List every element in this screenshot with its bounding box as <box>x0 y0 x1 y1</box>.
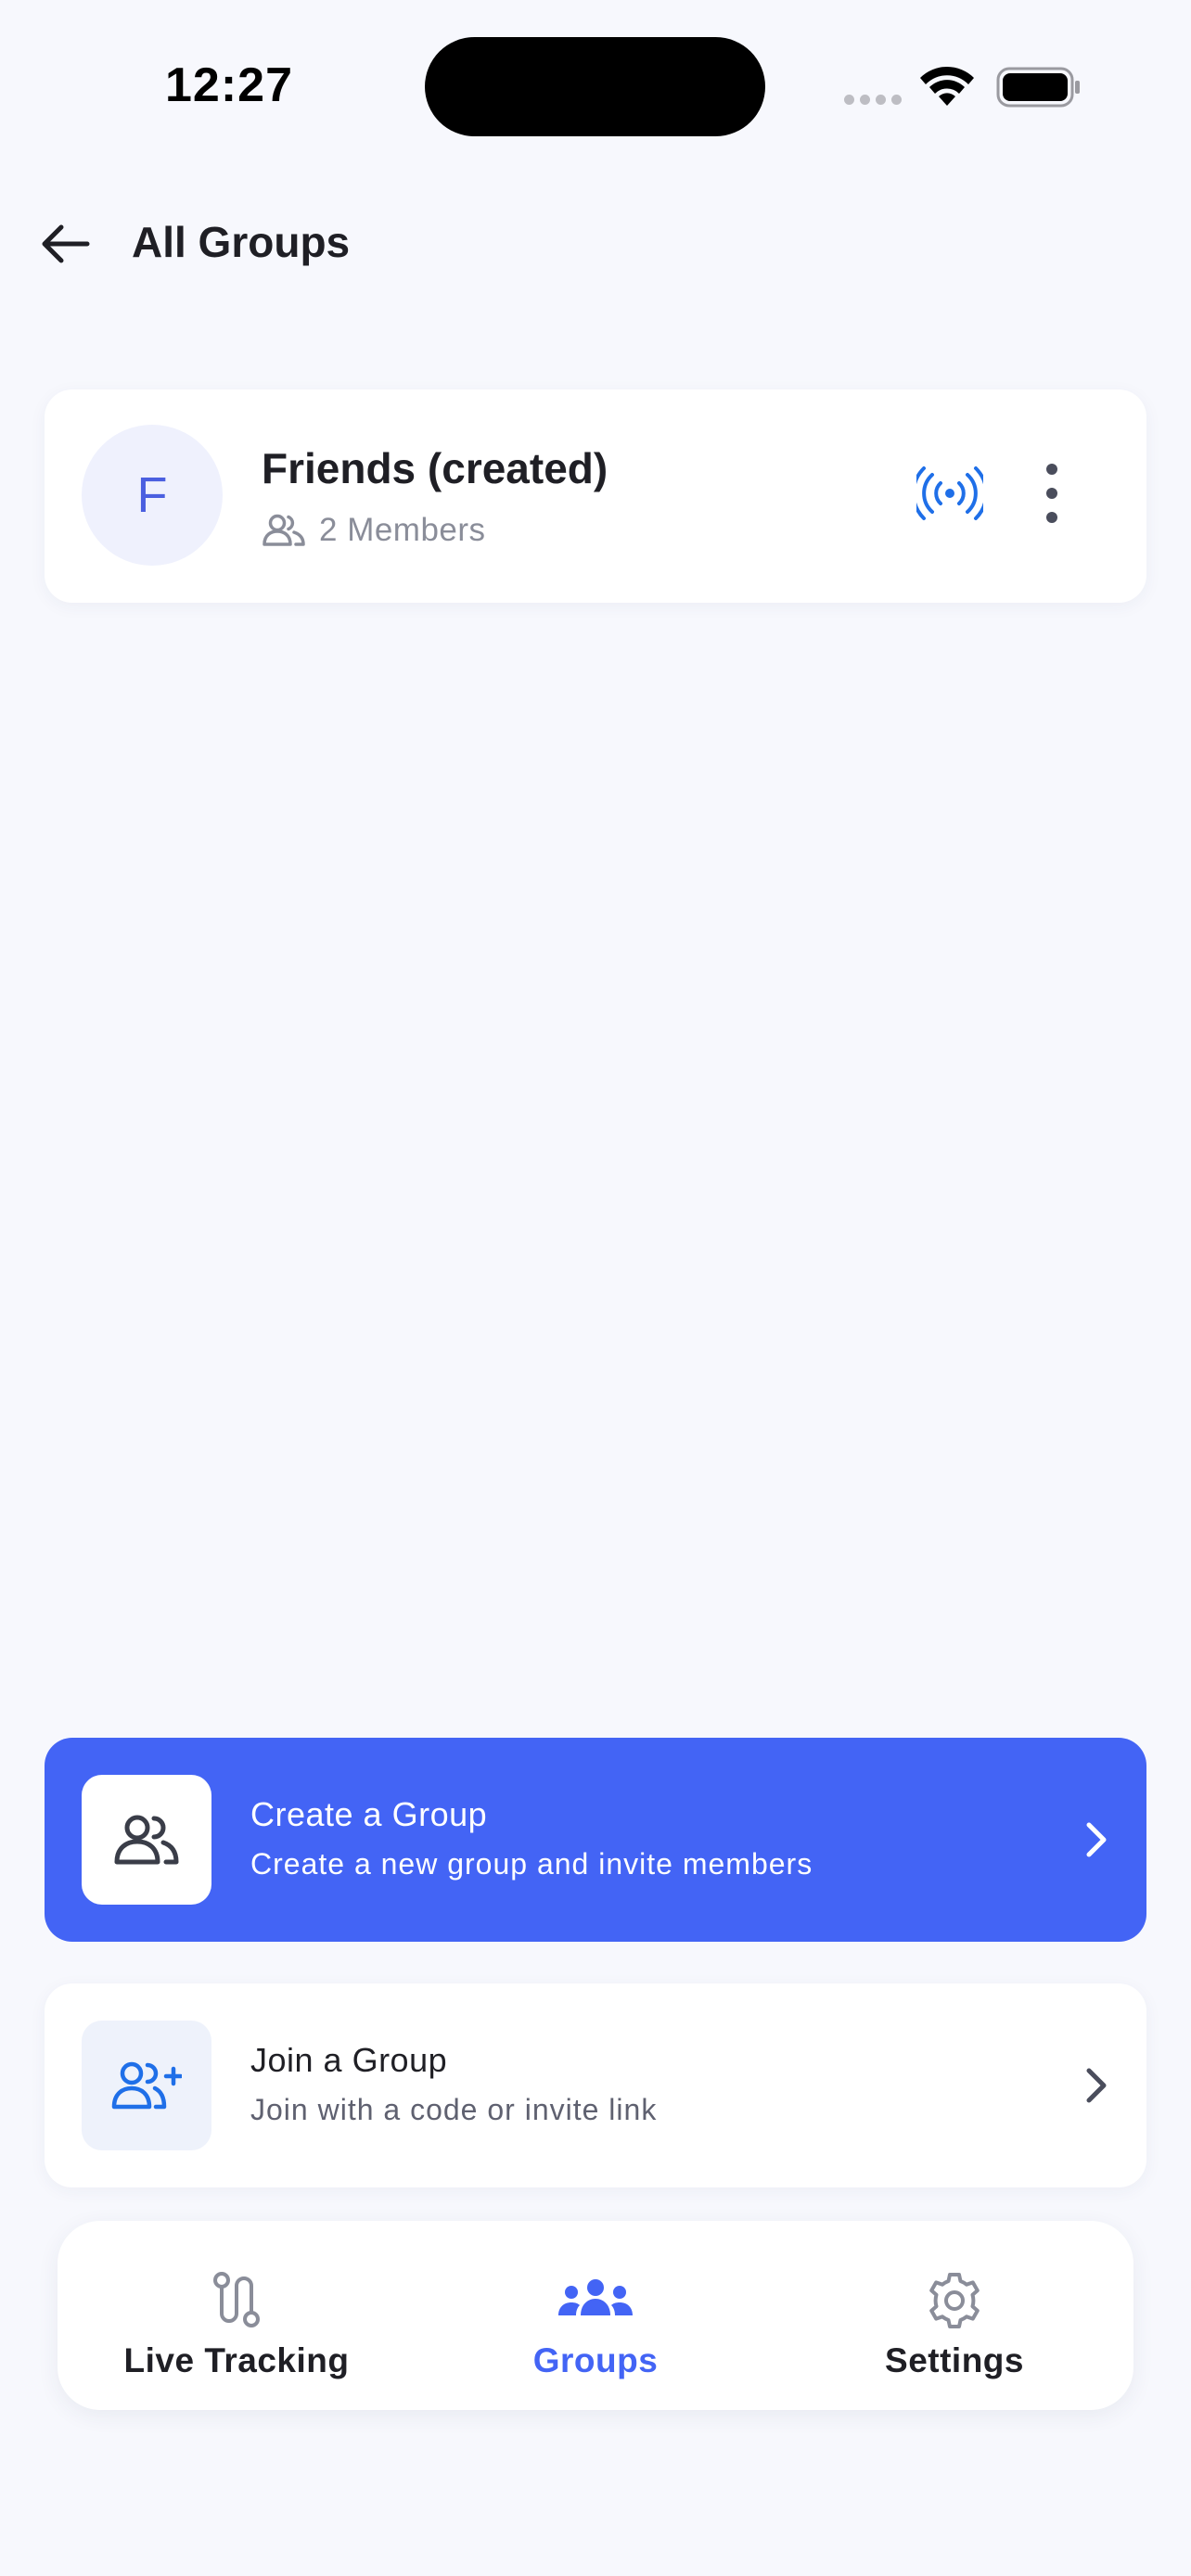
gear-icon <box>929 2273 980 2328</box>
create-group-subtitle: Create a new group and invite members <box>250 1847 813 1881</box>
header: All Groups <box>0 204 1191 287</box>
group-avatar: F <box>82 425 223 566</box>
group-members: 2 Members <box>262 512 486 549</box>
nav-item-live-tracking[interactable]: Live Tracking <box>58 2221 416 2410</box>
cellular-signal-icon <box>844 95 902 105</box>
group-card[interactable]: F Friends (created) 2 Members <box>45 389 1146 603</box>
create-group-button[interactable]: Create a Group Create a new group and in… <box>45 1738 1146 1942</box>
join-group-icon-box <box>82 2021 211 2150</box>
create-group-icon-box <box>82 1775 211 1905</box>
nav-label-live-tracking: Live Tracking <box>123 2341 350 2379</box>
members-icon <box>263 514 305 546</box>
group-name: Friends (created) <box>262 444 608 492</box>
status-time: 12:27 <box>165 58 293 112</box>
chevron-right-icon <box>1086 1822 1107 1857</box>
create-group-title: Create a Group <box>250 1795 488 1833</box>
bottom-nav: Live Tracking Groups Settings <box>58 2221 1133 2410</box>
page-title: All Groups <box>132 218 351 266</box>
back-arrow-icon[interactable] <box>37 221 93 267</box>
user-plus-icon <box>111 2061 182 2110</box>
wifi-icon <box>920 66 974 106</box>
nav-item-groups[interactable]: Groups <box>416 2221 775 2410</box>
join-group-title: Join a Group <box>250 2041 448 2079</box>
nav-label-groups: Groups <box>532 2341 659 2379</box>
more-options-icon[interactable] <box>1033 456 1070 530</box>
join-group-subtitle: Join with a code or invite link <box>250 2093 658 2126</box>
status-bar: 12:27 <box>0 0 1191 176</box>
route-icon <box>213 2272 260 2327</box>
nav-item-settings[interactable]: Settings <box>775 2221 1133 2410</box>
chevron-right-icon <box>1086 2068 1107 2103</box>
join-group-button[interactable]: Join a Group Join with a code or invite … <box>45 1983 1146 2187</box>
live-broadcast-icon[interactable] <box>916 465 983 521</box>
users-icon <box>114 1815 179 1865</box>
groups-icon <box>558 2279 633 2315</box>
group-members-count: 2 Members <box>319 512 486 548</box>
nav-label-settings: Settings <box>885 2341 1024 2379</box>
screen: 12:27 All Groups F Friends (created) 2 M… <box>0 0 1191 2576</box>
dynamic-island <box>425 37 765 136</box>
battery-icon <box>996 67 1080 108</box>
